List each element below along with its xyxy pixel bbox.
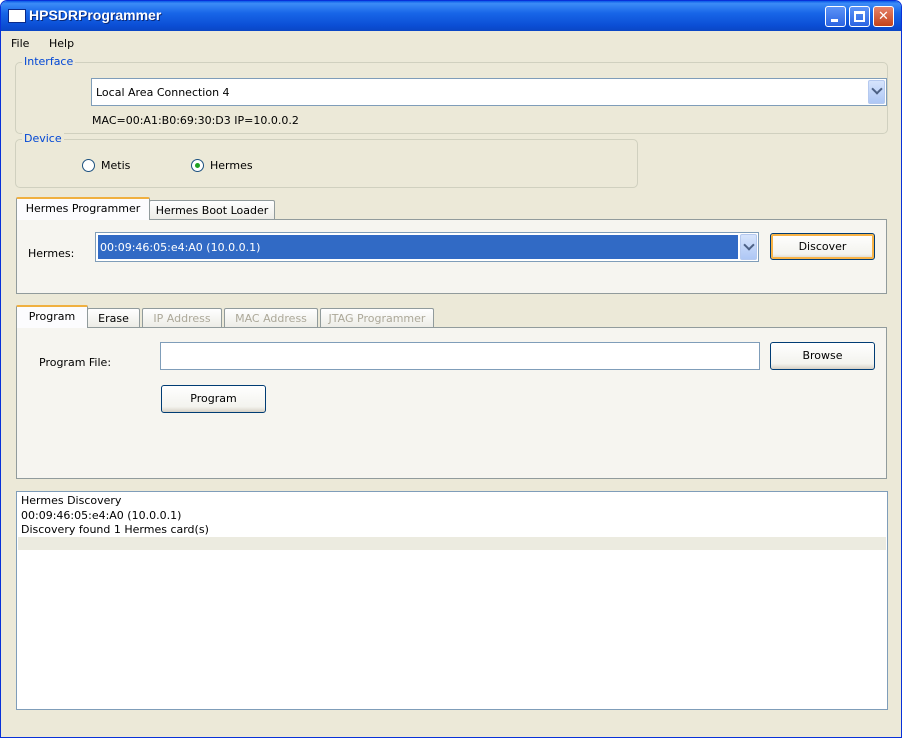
browse-button-label: Browse bbox=[802, 349, 843, 362]
interface-group-title: Interface bbox=[22, 55, 76, 68]
window-title: HPSDRProgrammer bbox=[29, 7, 162, 23]
app-window: HPSDRProgrammer ✕ File Help Interface Lo… bbox=[0, 0, 902, 738]
hermes-select-value: 00:09:46:05:e4:A0 (10.0.0.1) bbox=[100, 241, 261, 254]
tab-program[interactable]: Program bbox=[16, 305, 88, 328]
maximize-button[interactable] bbox=[849, 6, 870, 27]
menu-help[interactable]: Help bbox=[49, 37, 74, 50]
interface-select-dropdown[interactable] bbox=[868, 80, 885, 104]
device-group: Device Metis Hermes bbox=[15, 132, 638, 188]
tab-hermes-programmer[interactable]: Hermes Programmer bbox=[16, 197, 150, 220]
close-button[interactable]: ✕ bbox=[873, 6, 894, 27]
chevron-down-icon bbox=[871, 83, 883, 95]
log-output[interactable]: Hermes Discovery 00:09:46:05:e4:A0 (10.0… bbox=[16, 491, 888, 710]
menu-bar: File Help bbox=[1, 31, 901, 53]
log-current-line bbox=[18, 537, 886, 550]
minimize-icon bbox=[831, 19, 838, 22]
tab-hermes-boot-loader-label: Hermes Boot Loader bbox=[155, 204, 269, 217]
menu-file[interactable]: File bbox=[11, 37, 29, 50]
radio-hermes[interactable] bbox=[191, 159, 204, 172]
program-button[interactable]: Program bbox=[161, 385, 266, 413]
program-button-label: Program bbox=[190, 392, 237, 405]
tab-erase[interactable]: Erase bbox=[87, 308, 140, 328]
hermes-programmer-panel: Hermes: 00:09:46:05:e4:A0 (10.0.0.1) Dis… bbox=[16, 219, 887, 294]
tab-mac-address-label: MAC Address bbox=[235, 312, 307, 325]
interface-group: Interface Local Area Connection 4 MAC=00… bbox=[15, 55, 888, 134]
log-line: 00:09:46:05:e4:A0 (10.0.0.1) bbox=[21, 509, 182, 522]
interface-info: MAC=00:A1:B0:69:30:D3 IP=10.0.0.2 bbox=[92, 114, 299, 127]
log-line: Hermes Discovery bbox=[21, 494, 122, 507]
discover-button-label: Discover bbox=[798, 240, 847, 253]
log-line: Discovery found 1 Hermes card(s) bbox=[21, 523, 209, 536]
hermes-select-dropdown[interactable] bbox=[740, 234, 757, 260]
tab-jtag-programmer: JTAG Programmer bbox=[320, 308, 434, 328]
close-icon: ✕ bbox=[878, 9, 889, 24]
tab-ip-address: IP Address bbox=[142, 308, 222, 328]
tab-erase-label: Erase bbox=[98, 312, 129, 325]
tab-ip-address-label: IP Address bbox=[153, 312, 211, 325]
radio-metis[interactable] bbox=[82, 159, 95, 172]
chevron-down-icon bbox=[743, 239, 755, 251]
tab-program-label: Program bbox=[28, 310, 76, 323]
app-icon bbox=[8, 9, 26, 23]
program-panel: Program File: Browse Program bbox=[16, 327, 887, 479]
tab-jtag-programmer-label: JTAG Programmer bbox=[328, 312, 426, 325]
interface-select[interactable]: Local Area Connection 4 bbox=[91, 78, 887, 106]
radio-hermes-label[interactable]: Hermes bbox=[210, 159, 253, 172]
interface-select-value: Local Area Connection 4 bbox=[96, 86, 230, 99]
hermes-label: Hermes: bbox=[28, 247, 75, 260]
discover-button[interactable]: Discover bbox=[770, 233, 875, 260]
program-file-label: Program File: bbox=[39, 356, 112, 369]
program-file-input[interactable] bbox=[160, 342, 760, 370]
title-bar[interactable]: HPSDRProgrammer ✕ bbox=[1, 1, 901, 31]
tab-hermes-boot-loader[interactable]: Hermes Boot Loader bbox=[149, 200, 275, 220]
minimize-button[interactable] bbox=[825, 6, 846, 27]
maximize-icon bbox=[854, 11, 865, 22]
radio-metis-label[interactable]: Metis bbox=[101, 159, 130, 172]
browse-button[interactable]: Browse bbox=[770, 342, 875, 370]
tab-hermes-programmer-label: Hermes Programmer bbox=[25, 202, 141, 215]
device-group-title: Device bbox=[22, 132, 64, 145]
tab-mac-address: MAC Address bbox=[224, 308, 318, 328]
hermes-select[interactable]: 00:09:46:05:e4:A0 (10.0.0.1) bbox=[95, 232, 759, 262]
